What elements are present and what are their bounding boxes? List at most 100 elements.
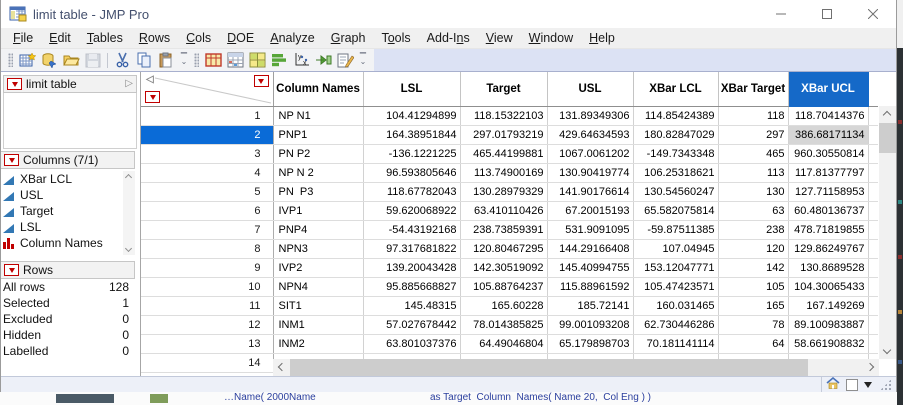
row-stat-hidden[interactable]: Hidden 0 bbox=[1, 327, 135, 343]
menu-item-edit[interactable]: Edit bbox=[41, 29, 79, 47]
cell-lsl[interactable]: 139.20043428 bbox=[363, 258, 461, 278]
row-number[interactable]: 8 bbox=[141, 239, 274, 259]
cell-xbar-ucl[interactable]: 118.70414376 bbox=[788, 106, 869, 126]
cell-column-names[interactable]: PN P2 bbox=[273, 144, 364, 164]
cell-xbar-target[interactable]: 118 bbox=[718, 106, 789, 126]
cell-xbar-ucl[interactable]: 129.86249767 bbox=[788, 239, 869, 259]
cell-xbar-lcl[interactable]: 153.12047771 bbox=[633, 258, 719, 278]
cell-xbar-target[interactable]: 130 bbox=[718, 182, 789, 202]
cell-usl[interactable]: 67.20015193 bbox=[547, 201, 634, 221]
cell-usl[interactable]: 65.179898703 bbox=[547, 334, 634, 354]
cell-lsl[interactable]: 63.801037376 bbox=[363, 334, 461, 354]
scroll-up-icon[interactable] bbox=[882, 110, 892, 120]
menu-item-help[interactable]: Help bbox=[581, 29, 623, 47]
cell-lsl[interactable]: 96.593805646 bbox=[363, 163, 461, 183]
paste-icon[interactable] bbox=[156, 51, 176, 70]
cell-usl[interactable]: 131.89349306 bbox=[547, 106, 634, 126]
column-header-xbar-lcl[interactable]: XBar LCL bbox=[633, 72, 719, 107]
menu-item-tables[interactable]: Tables bbox=[79, 29, 131, 47]
menu-item-tools[interactable]: Tools bbox=[373, 29, 418, 47]
row-number[interactable]: 9 bbox=[141, 258, 274, 278]
column-item-column-names[interactable]: Column Names bbox=[1, 235, 135, 251]
cut-icon[interactable] bbox=[112, 51, 132, 70]
column-item-lsl[interactable]: LSL bbox=[1, 219, 135, 235]
cell-column-names[interactable]: PN P3 bbox=[273, 182, 364, 202]
cell-xbar-ucl[interactable]: 167.149269 bbox=[788, 296, 869, 316]
row-number[interactable]: 1 bbox=[141, 106, 274, 126]
menu-item-file[interactable]: File bbox=[5, 29, 41, 47]
row-number[interactable]: 4 bbox=[141, 163, 274, 183]
close-button[interactable] bbox=[850, 0, 896, 28]
resize-grip[interactable] bbox=[880, 378, 892, 391]
cell-column-names[interactable]: NPN3 bbox=[273, 239, 364, 259]
cell-xbar-target[interactable]: 105 bbox=[718, 277, 789, 297]
cell-xbar-lcl[interactable]: 114.85424389 bbox=[633, 106, 719, 126]
toolbar-grip[interactable] bbox=[8, 53, 13, 67]
row-stat-selected[interactable]: Selected 1 bbox=[1, 295, 135, 311]
cell-target[interactable]: 130.28979329 bbox=[460, 182, 548, 202]
toolbar-overflow-icon[interactable]: ▔ ⌄ bbox=[179, 54, 189, 66]
cell-column-names[interactable]: INM2 bbox=[273, 334, 364, 354]
cell-xbar-ucl[interactable]: 58.661908832 bbox=[788, 334, 869, 354]
cell-xbar-ucl[interactable]: 89.100983887 bbox=[788, 315, 869, 335]
cell-column-names[interactable]: PNP4 bbox=[273, 220, 364, 240]
cell-xbar-lcl[interactable]: 180.82847029 bbox=[633, 125, 719, 145]
cell-column-names[interactable]: INM1 bbox=[273, 315, 364, 335]
menu-item-analyze[interactable]: Analyze bbox=[262, 29, 322, 47]
red-triangle-menu-icon[interactable] bbox=[4, 154, 19, 166]
table-corner[interactable]: ◁ bbox=[141, 72, 274, 107]
red-triangle-menu-icon[interactable] bbox=[7, 78, 22, 90]
cell-usl[interactable]: 130.90419774 bbox=[547, 163, 634, 183]
fit-y-by-x-icon[interactable]: yx bbox=[291, 51, 311, 70]
cell-target[interactable]: 165.60228 bbox=[460, 296, 548, 316]
cell-column-names[interactable]: NP N1 bbox=[273, 106, 364, 126]
cell-lsl[interactable]: 118.67782043 bbox=[363, 182, 461, 202]
cell-lsl[interactable]: 57.027678442 bbox=[363, 315, 461, 335]
cell-usl[interactable]: 144.29166408 bbox=[547, 239, 634, 259]
open-database-icon[interactable] bbox=[39, 51, 59, 70]
scroll-down-icon[interactable] bbox=[124, 244, 133, 253]
column-item-usl[interactable]: USL bbox=[1, 187, 135, 203]
cell-xbar-ucl[interactable]: 127.71158953 bbox=[788, 182, 869, 202]
row-number[interactable]: 14 bbox=[141, 353, 274, 373]
status-dropdown-icon[interactable] bbox=[864, 382, 872, 392]
cell-xbar-lcl[interactable]: 62.730446286 bbox=[633, 315, 719, 335]
scroll-left-icon[interactable] bbox=[277, 362, 287, 372]
cell-target[interactable]: 64.49046804 bbox=[460, 334, 548, 354]
cell-target[interactable]: 118.15322103 bbox=[460, 106, 548, 126]
column-header-xbar-target[interactable]: XBar Target bbox=[718, 72, 789, 107]
cell-lsl[interactable]: -54.43192168 bbox=[363, 220, 461, 240]
row-number[interactable]: 2 bbox=[141, 125, 274, 145]
cell-xbar-ucl[interactable]: 960.30550814 bbox=[788, 144, 869, 164]
cell-xbar-lcl[interactable]: 160.031465 bbox=[633, 296, 719, 316]
red-triangle-menu-icon[interactable] bbox=[4, 264, 19, 276]
cell-xbar-ucl[interactable]: 478.71819855 bbox=[788, 220, 869, 240]
scroll-right-icon[interactable] bbox=[865, 362, 875, 372]
formula-icon[interactable] bbox=[313, 51, 333, 70]
cell-target[interactable]: 63.410110426 bbox=[460, 201, 548, 221]
rows-menu-icon[interactable] bbox=[145, 90, 160, 103]
cell-xbar-lcl[interactable]: 105.47423571 bbox=[633, 277, 719, 297]
cell-column-names[interactable]: NPN4 bbox=[273, 277, 364, 297]
cell-usl[interactable]: 429.64634593 bbox=[547, 125, 634, 145]
cell-target[interactable]: 120.80467295 bbox=[460, 239, 548, 259]
cell-column-names[interactable]: NP N 2 bbox=[273, 163, 364, 183]
toolbar-overflow-icon[interactable]: ▔ ⌄ bbox=[358, 54, 368, 66]
cell-xbar-ucl[interactable]: 117.81377797 bbox=[788, 163, 869, 183]
cell-column-names[interactable]: SIT1 bbox=[273, 296, 364, 316]
menu-item-doe[interactable]: DOE bbox=[219, 29, 262, 47]
menu-item-window[interactable]: Window bbox=[521, 29, 581, 47]
row-number[interactable]: 5 bbox=[141, 182, 274, 202]
cell-xbar-ucl[interactable]: 104.30065433 bbox=[788, 277, 869, 297]
columns-list-scrollbar[interactable] bbox=[123, 171, 135, 255]
menu-item-add-ins[interactable]: Add-Ins bbox=[419, 29, 478, 47]
home-icon[interactable] bbox=[826, 376, 840, 394]
menu-item-graph[interactable]: Graph bbox=[323, 29, 374, 47]
graph-builder-icon[interactable] bbox=[269, 51, 289, 70]
cell-xbar-lcl[interactable]: 70.181141114 bbox=[633, 334, 719, 354]
cell-lsl[interactable]: 104.41294899 bbox=[363, 106, 461, 126]
menu-item-cols[interactable]: Cols bbox=[178, 29, 219, 47]
collapse-sidebar-icon[interactable]: ◁ bbox=[146, 75, 154, 85]
cell-usl[interactable]: 1067.0061202 bbox=[547, 144, 634, 164]
column-header-target[interactable]: Target bbox=[460, 72, 548, 107]
